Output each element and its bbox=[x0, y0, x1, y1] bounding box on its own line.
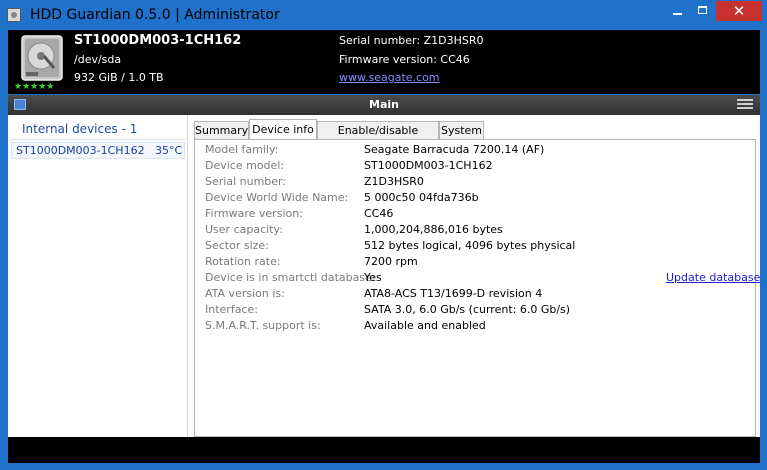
status-footer bbox=[8, 437, 760, 463]
info-label: S.M.A.R.T. support is: bbox=[205, 319, 321, 332]
info-value: ST1000DM003-1CH162 bbox=[364, 159, 493, 172]
info-label: ATA version is: bbox=[205, 287, 285, 300]
info-label: Model family: bbox=[205, 143, 279, 156]
info-value: CC46 bbox=[364, 207, 394, 220]
info-value: Z1D3HSR0 bbox=[364, 175, 424, 188]
drive-model: ST1000DM003-1CH162 bbox=[74, 33, 242, 48]
info-label: Sector size: bbox=[205, 239, 269, 252]
main-content: Internal devices - 1 ST1000DM003-1CH162 … bbox=[8, 115, 760, 437]
title-bar[interactable]: HDD Guardian 0.5.0 | Administrator ✕ bbox=[0, 0, 767, 30]
firmware-version: Firmware version: CC46 bbox=[339, 53, 470, 66]
tab-system[interactable]: System bbox=[439, 121, 484, 139]
tab-device-info[interactable]: Device info bbox=[249, 119, 317, 140]
info-value: Available and enabled bbox=[364, 319, 486, 332]
info-label: Device model: bbox=[205, 159, 285, 172]
tab-summary[interactable]: Summary bbox=[194, 121, 249, 139]
device-temperature: 35°C bbox=[155, 144, 183, 157]
info-value: ATA8-ACS T13/1699-D revision 4 bbox=[364, 287, 543, 300]
device-path: /dev/sda bbox=[74, 53, 122, 66]
info-label: Rotation rate: bbox=[205, 255, 281, 268]
info-label: Interface: bbox=[205, 303, 258, 316]
info-value: 5 000c50 04fda736b bbox=[364, 191, 479, 204]
hard-drive-icon bbox=[21, 35, 63, 81]
info-value: 7200 rpm bbox=[364, 255, 418, 268]
drive-capacity: 932 GiB / 1.0 TB bbox=[74, 71, 164, 84]
maximize-icon bbox=[698, 6, 707, 14]
hamburger-menu-icon[interactable] bbox=[737, 99, 753, 110]
sidebar-header: Internal devices - 1 bbox=[22, 122, 138, 136]
info-label: Firmware version: bbox=[205, 207, 303, 220]
device-sidebar: Internal devices - 1 ST1000DM003-1CH162 … bbox=[8, 115, 188, 437]
section-title: Main bbox=[369, 98, 399, 111]
info-label: Device is in smartctl database: bbox=[205, 271, 376, 284]
info-value: Seagate Barracuda 7200.14 (AF) bbox=[364, 143, 545, 156]
device-list-name: ST1000DM003-1CH162 bbox=[16, 144, 145, 157]
info-label: Serial number: bbox=[205, 175, 287, 188]
info-label: User capacity: bbox=[205, 223, 283, 236]
info-value: 1,000,204,886,016 bytes bbox=[364, 223, 503, 236]
drive-header: ★★★★★ ST1000DM003-1CH162 /dev/sda 932 Gi… bbox=[8, 30, 760, 94]
minimize-button[interactable] bbox=[664, 1, 690, 21]
app-icon[interactable] bbox=[7, 8, 21, 22]
device-info-panel: Model family: Seagate Barracuda 7200.14 (… bbox=[194, 139, 760, 437]
update-database-link[interactable]: Update database bbox=[666, 271, 760, 284]
manufacturer-link[interactable]: www.seagate.com bbox=[339, 71, 440, 84]
maximize-button[interactable] bbox=[690, 1, 716, 21]
close-button[interactable]: ✕ bbox=[716, 1, 762, 21]
minimize-icon bbox=[673, 13, 682, 15]
app-window: HDD Guardian 0.5.0 | Administrator ✕ ★★★… bbox=[0, 0, 767, 470]
tab-enable-disable-features[interactable]: Enable/disable features bbox=[317, 121, 439, 154]
info-value: 512 bytes logical, 4096 bytes physical bbox=[364, 239, 576, 252]
info-label: Device World Wide Name: bbox=[205, 191, 349, 204]
info-value: Yes bbox=[364, 271, 382, 284]
serial-number: Serial number: Z1D3HSR0 bbox=[339, 34, 484, 47]
window-title: HDD Guardian 0.5.0 | Administrator bbox=[30, 7, 280, 23]
main-section-bar: Main bbox=[8, 95, 760, 115]
info-value: SATA 3.0, 6.0 Gb/s (current: 6.0 Gb/s) bbox=[364, 303, 571, 316]
device-list-item[interactable]: ST1000DM003-1CH162 35°C bbox=[11, 142, 185, 159]
sidebar-divider bbox=[10, 139, 185, 140]
health-rating-stars: ★★★★★ bbox=[14, 82, 55, 92]
